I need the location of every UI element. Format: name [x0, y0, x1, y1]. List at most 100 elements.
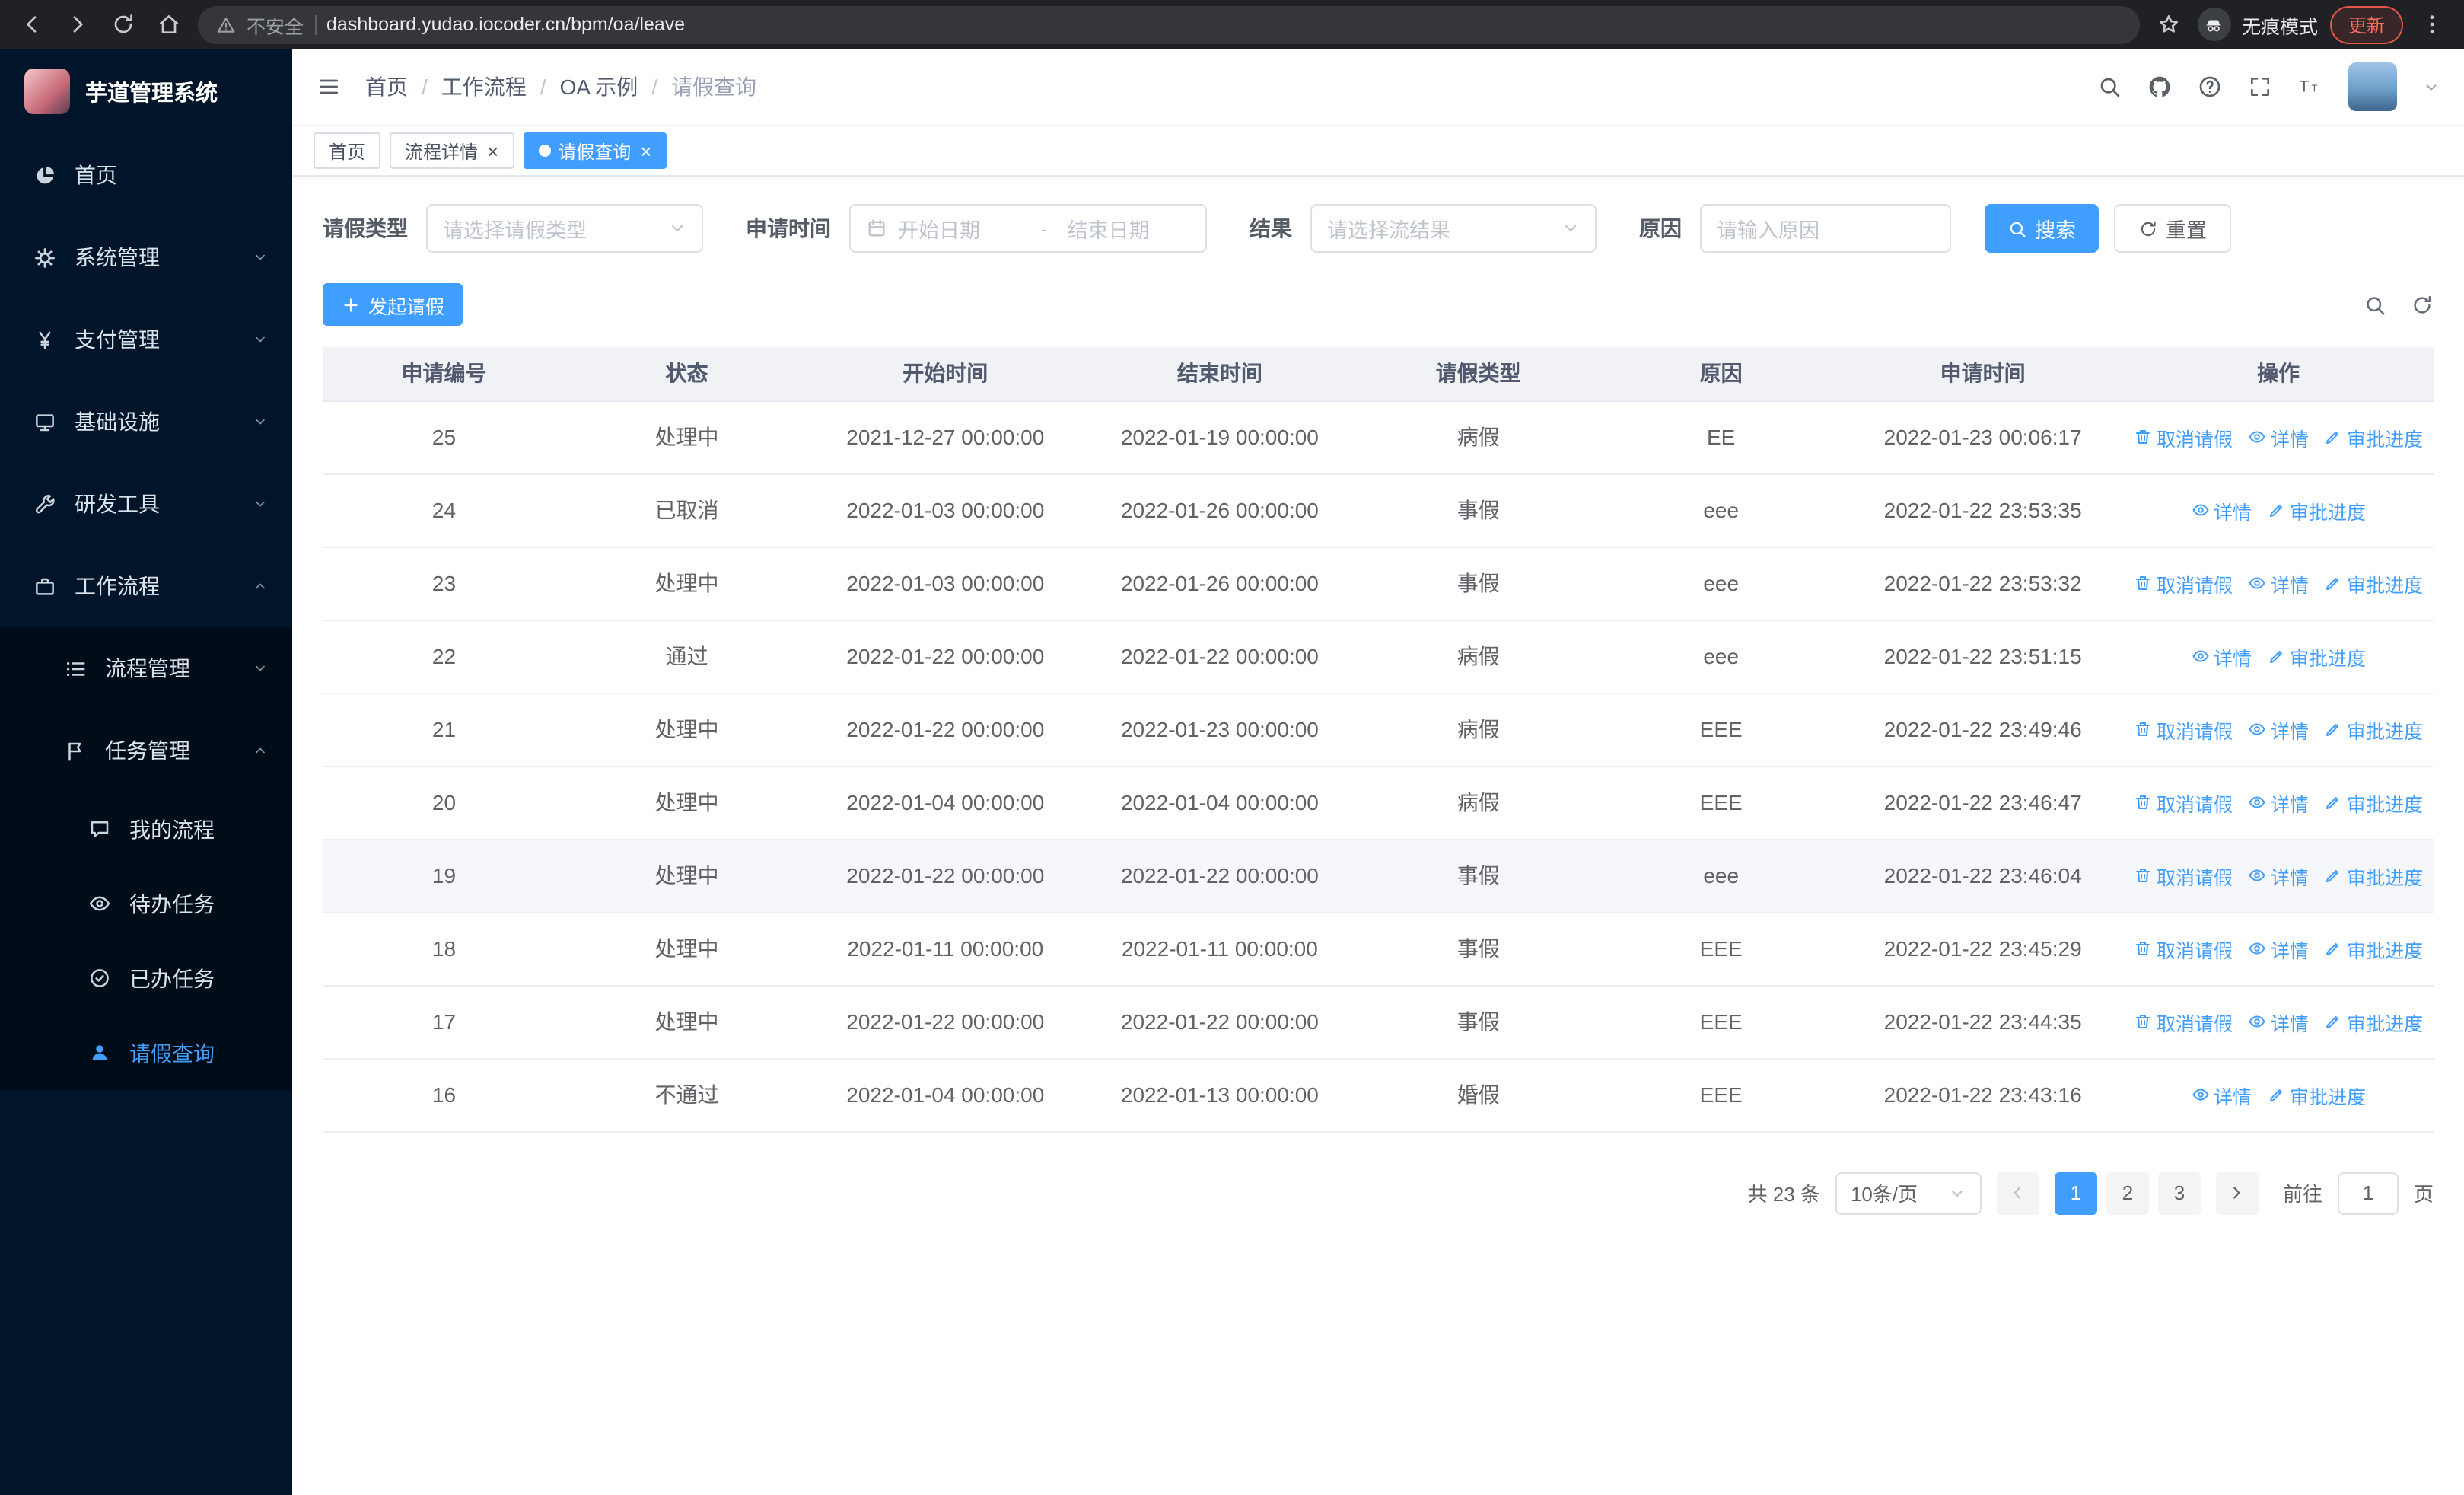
close-icon[interactable]: × [487, 141, 498, 161]
yen-icon [33, 328, 59, 351]
tab-home[interactable]: 首页 [314, 132, 381, 169]
progress-action-link[interactable]: 审批进度 [2324, 788, 2423, 817]
detail-action-link[interactable]: 详情 [2191, 1080, 2252, 1109]
table-cell: 处理中 [565, 985, 808, 1059]
sidebar-item-home[interactable]: 首页 [0, 134, 292, 216]
detail-action-link[interactable]: 详情 [2248, 934, 2309, 963]
sidebar-item-payment-management[interactable]: 支付管理 [0, 298, 292, 381]
next-page-button[interactable] [2215, 1171, 2259, 1214]
column-header: 状态 [565, 347, 808, 401]
detail-action-link[interactable]: 详情 [2248, 861, 2309, 890]
leave-type-select[interactable]: 请选择请假类型 [426, 204, 703, 253]
bookmark-star-icon[interactable] [2152, 8, 2185, 41]
progress-action-link[interactable]: 审批进度 [2324, 422, 2423, 451]
edit-icon [2267, 501, 2285, 519]
sidebar-item-label: 研发工具 [75, 492, 160, 516]
cancel-action-link[interactable]: 取消请假 [2134, 934, 2233, 963]
edit-icon [2324, 1012, 2342, 1031]
table-cell: 事假 [1357, 839, 1600, 913]
fullscreen-icon[interactable] [2248, 75, 2272, 99]
page-button-2[interactable]: 2 [2106, 1171, 2149, 1214]
forward-icon[interactable] [61, 8, 94, 41]
sidebar-item-label: 我的流程 [129, 817, 215, 841]
cancel-action-link[interactable]: 取消请假 [2134, 569, 2233, 598]
back-icon[interactable] [15, 8, 49, 41]
breadcrumb-item[interactable]: OA 示例 [560, 72, 638, 102]
warning-icon [216, 14, 236, 34]
browser-update-button[interactable]: 更新 [2329, 5, 2403, 43]
progress-action-link[interactable]: 审批进度 [2267, 496, 2366, 524]
detail-action-link[interactable]: 详情 [2248, 569, 2309, 598]
sidebar-item-system-management[interactable]: 系统管理 [0, 216, 292, 298]
goto-page-input[interactable] [2337, 1171, 2399, 1214]
prev-page-button[interactable] [1996, 1171, 2039, 1214]
cancel-action-link[interactable]: 取消请假 [2134, 788, 2233, 817]
tab-leave-query[interactable]: 请假查询 × [523, 132, 667, 169]
progress-action-link[interactable]: 审批进度 [2324, 861, 2423, 890]
detail-action-link[interactable]: 详情 [2191, 642, 2252, 671]
table-cell: 处理中 [565, 839, 808, 913]
browser-home-icon[interactable] [152, 8, 186, 41]
table-refresh-icon[interactable] [2411, 293, 2434, 316]
progress-action-link[interactable]: 审批进度 [2267, 1080, 2366, 1109]
reset-button[interactable]: 重置 [2114, 204, 2231, 253]
sidebar-item-dev-tools[interactable]: 研发工具 [0, 463, 292, 545]
table-cell: 2022-01-26 00:00:00 [1082, 547, 1358, 620]
table-cell: 事假 [1357, 473, 1600, 547]
detail-action-link[interactable]: 详情 [2248, 422, 2309, 451]
detail-action-link[interactable]: 详情 [2248, 1007, 2309, 1036]
sidebar-item-todo-tasks[interactable]: 待办任务 [0, 866, 292, 941]
sidebar-item-my-process[interactable]: 我的流程 [0, 792, 292, 866]
cancel-action-link[interactable]: 取消请假 [2134, 1007, 2233, 1036]
table-cell: 2022-01-13 00:00:00 [1082, 1058, 1358, 1132]
font-size-icon[interactable]: TT [2298, 75, 2322, 99]
cancel-action-link[interactable]: 取消请假 [2134, 861, 2233, 890]
breadcrumb: 首页 / 工作流程 / OA 示例 / 请假查询 [365, 72, 756, 102]
user-avatar[interactable] [2348, 62, 2397, 111]
page-button-3[interactable]: 3 [2157, 1171, 2201, 1214]
apply-time-range-picker[interactable]: 开始日期 - 结束日期 [849, 204, 1207, 253]
reason-input[interactable]: 请输入原因 [1700, 204, 1951, 253]
detail-action-link[interactable]: 详情 [2248, 788, 2309, 817]
search-button[interactable]: 搜索 [1985, 204, 2099, 253]
github-icon[interactable] [2147, 75, 2172, 99]
breadcrumb-item[interactable]: 首页 [365, 72, 408, 102]
progress-action-link[interactable]: 审批进度 [2324, 934, 2423, 963]
detail-action-link[interactable]: 详情 [2191, 496, 2252, 524]
search-icon[interactable] [2097, 75, 2122, 99]
close-icon[interactable]: × [640, 141, 651, 161]
sidebar-item-workflow[interactable]: 工作流程 [0, 545, 292, 627]
progress-action-link[interactable]: 审批进度 [2324, 1007, 2423, 1036]
sidebar-item-done-tasks[interactable]: 已办任务 [0, 941, 292, 1015]
eye-icon [2248, 793, 2266, 811]
page-size-select[interactable]: 10条/页 [1835, 1171, 1982, 1214]
progress-action-link[interactable]: 审批进度 [2267, 642, 2366, 671]
result-select[interactable]: 请选择流结果 [1310, 204, 1597, 253]
progress-action-link[interactable]: 审批进度 [2324, 715, 2423, 744]
tab-process-detail[interactable]: 流程详情 × [390, 132, 514, 169]
eye-icon [2248, 428, 2266, 446]
browser-menu-icon[interactable] [2415, 8, 2449, 41]
toggle-search-icon[interactable] [2364, 293, 2386, 316]
table-cell: 2022-01-22 23:53:32 [1842, 547, 2124, 620]
create-leave-button[interactable]: 发起请假 [323, 283, 463, 326]
sidebar-item-task-management[interactable]: 任务管理 [0, 709, 292, 792]
collapse-sidebar-icon[interactable] [317, 75, 341, 99]
breadcrumb-item[interactable]: 工作流程 [441, 72, 527, 102]
help-icon[interactable] [2198, 75, 2222, 99]
progress-action-link[interactable]: 审批进度 [2324, 569, 2423, 598]
avatar-caret-icon[interactable] [2423, 78, 2440, 95]
detail-action-link[interactable]: 详情 [2248, 715, 2309, 744]
app-logo[interactable]: 芋道管理系统 [0, 49, 292, 134]
process-icon [64, 657, 90, 680]
cancel-action-link[interactable]: 取消请假 [2134, 422, 2233, 451]
sidebar-item-infrastructure[interactable]: 基础设施 [0, 381, 292, 463]
sidebar-item-leave-query[interactable]: 请假查询 [0, 1015, 292, 1090]
sidebar-item-process-management[interactable]: 流程管理 [0, 627, 292, 709]
chevron-down-icon [1561, 219, 1580, 237]
cancel-action-link[interactable]: 取消请假 [2134, 715, 2233, 744]
address-bar[interactable]: 不安全 dashboard.yudao.iocoder.cn/bpm/oa/le… [198, 5, 2140, 43]
reload-icon[interactable] [107, 8, 140, 41]
table-cell: 2022-01-22 23:43:16 [1842, 1058, 2124, 1132]
page-button-1[interactable]: 1 [2054, 1171, 2097, 1214]
